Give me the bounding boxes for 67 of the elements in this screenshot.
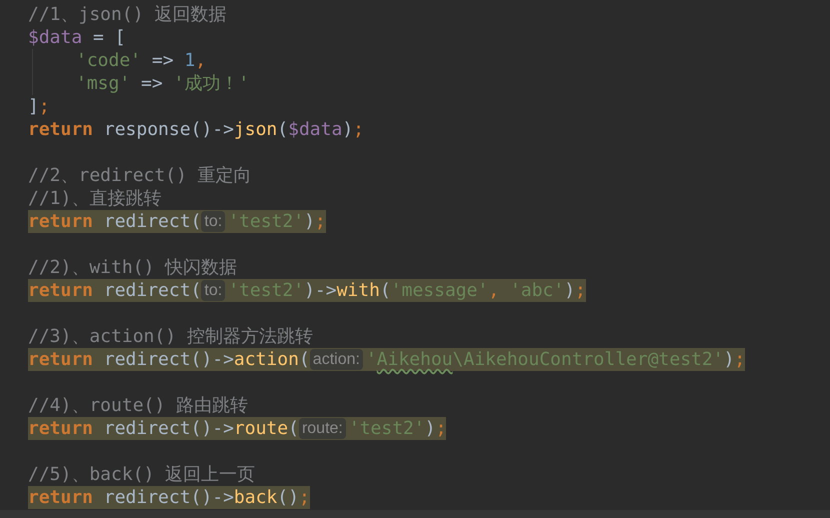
- comment-text: //4)、route() 路由跳转: [28, 394, 248, 417]
- string-literal: 'msg': [76, 72, 130, 95]
- code-text: response()->: [102, 118, 234, 141]
- method-name: action: [234, 348, 299, 371]
- string-literal: 'message': [390, 279, 488, 302]
- punctuation: ;: [436, 417, 446, 440]
- parameter-hint: route:: [298, 418, 346, 439]
- punctuation: ,: [488, 279, 500, 302]
- method-name: back: [234, 486, 278, 509]
- code-text: redirect()->: [102, 348, 234, 371]
- code-text: = [: [92, 26, 126, 49]
- code-text: ): [564, 279, 576, 302]
- punctuation: ;: [353, 118, 364, 141]
- code-text: =>: [140, 72, 164, 95]
- code-text: (: [298, 348, 310, 371]
- number-literal: 1: [184, 49, 196, 72]
- code-text: ]: [28, 95, 39, 118]
- comment-text: //2、redirect() 重定向: [28, 164, 252, 187]
- method-name: with: [336, 279, 380, 302]
- code-text: ): [724, 348, 734, 371]
- parameter-hint: to:: [201, 211, 226, 232]
- string-literal: '成功！': [174, 72, 250, 95]
- keyword: return: [28, 486, 94, 509]
- string-literal: \AikehouController@test2': [452, 348, 724, 371]
- punctuation: ;: [38, 95, 50, 118]
- string-literal: Aikehou: [376, 348, 453, 371]
- punctuation: ;: [575, 279, 586, 302]
- variable-name: $data: [288, 118, 342, 141]
- comment-text: //1)、直接跳转: [28, 187, 162, 210]
- string-literal: 'test2': [228, 210, 304, 233]
- code-text: redirect()->: [102, 417, 234, 440]
- string-literal: 'abc': [510, 279, 564, 302]
- method-name: json: [234, 118, 278, 141]
- code-text: ): [424, 417, 436, 440]
- punctuation: ,: [195, 49, 206, 72]
- code-text: ): [342, 118, 354, 141]
- string-literal: 'test2': [228, 279, 304, 302]
- punctuation: ;: [314, 210, 326, 233]
- string-literal: 'test2': [348, 417, 425, 440]
- comment-text: //5)、back() 返回上一页: [28, 463, 256, 486]
- method-name: route: [234, 417, 288, 440]
- comment-text: //2)、with() 快闪数据: [28, 256, 238, 279]
- keyword: return: [28, 279, 94, 302]
- string-literal: 'code': [76, 49, 142, 72]
- code-text: redirect(: [102, 279, 202, 302]
- code-text: (: [288, 417, 299, 440]
- keyword: return: [28, 348, 94, 371]
- code-text: redirect()->: [102, 486, 234, 509]
- keyword: return: [28, 210, 94, 233]
- code-text: ): [304, 210, 315, 233]
- punctuation: ;: [298, 486, 310, 509]
- code-text: (): [277, 486, 299, 509]
- code-text: (: [277, 118, 288, 141]
- horizontal-scrollbar[interactable]: [0, 510, 830, 518]
- code-text: )->: [304, 279, 337, 302]
- code-text: (: [380, 279, 391, 302]
- parameter-hint: action:: [310, 349, 363, 370]
- code-text: =>: [150, 49, 175, 72]
- variable-name: $data: [28, 26, 82, 49]
- comment-text: //1、json() 返回数据: [28, 3, 226, 26]
- code-text: redirect(: [102, 210, 202, 233]
- keyword: return: [28, 118, 94, 141]
- keyword: return: [28, 417, 94, 440]
- string-literal: ': [366, 348, 377, 371]
- punctuation: ;: [734, 348, 746, 371]
- parameter-hint: to:: [201, 280, 226, 301]
- comment-text: //3)、action() 控制器方法跳转: [28, 325, 313, 348]
